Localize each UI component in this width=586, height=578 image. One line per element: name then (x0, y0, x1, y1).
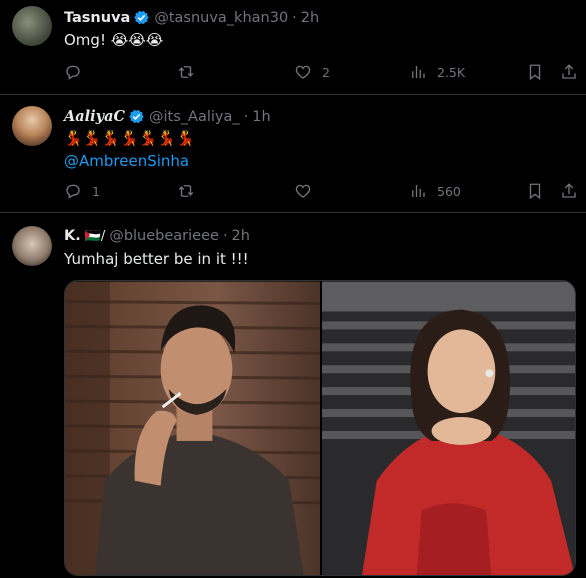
tweet[interactable]: AaliyaC @its_Aaliya_ · 1h 💃💃💃💃💃💃💃 @Ambre… (0, 96, 586, 213)
views-button[interactable]: 2.5K (409, 63, 465, 81)
tweet-header: AaliyaC @its_Aaliya_ · 1h (64, 108, 271, 125)
photo-left[interactable] (65, 281, 320, 576)
avatar[interactable] (12, 6, 52, 46)
verified-badge-icon (134, 10, 150, 25)
share-icon (562, 183, 576, 198)
retweet-button[interactable] (177, 63, 205, 81)
tweet[interactable]: K. 🇵🇸/ @bluebearieee · 2h Yumhaj better … (0, 214, 586, 578)
timestamp[interactable]: 1h (252, 109, 270, 125)
tweet[interactable]: Tasnuva @tasnuva_khan30 · 2h Omg! 😭😭😭 2 … (0, 0, 586, 95)
reply-button[interactable]: 1 (64, 182, 100, 200)
views-count: 2.5K (437, 64, 466, 80)
separator: · (292, 9, 297, 26)
tweet-header: K. 🇵🇸/ @bluebearieee · 2h (64, 228, 250, 244)
display-name[interactable]: Tasnuva (64, 10, 130, 26)
tweet-emoji-line: 💃💃💃💃💃💃💃 (64, 129, 195, 147)
like-button[interactable] (294, 182, 322, 200)
like-button[interactable]: 2 (294, 63, 330, 81)
reply-icon (66, 65, 80, 80)
handle[interactable]: @bluebearieee (109, 228, 219, 244)
verified-badge-icon (129, 109, 144, 124)
action-bar: 2 2.5K (64, 63, 576, 83)
views-count: 560 (437, 183, 461, 199)
display-name[interactable]: AaliyaC (64, 108, 125, 125)
views-button[interactable]: 560 (409, 182, 461, 200)
action-bar: 1 560 (64, 182, 576, 202)
retweet-button[interactable] (177, 182, 205, 200)
timestamp[interactable]: 2h (232, 228, 250, 244)
views-icon (412, 185, 425, 197)
share-button[interactable] (560, 182, 578, 200)
like-icon (295, 184, 311, 198)
name-flags: 🇵🇸/ (84, 228, 106, 244)
like-count: 2 (322, 64, 330, 80)
share-icon (562, 64, 576, 79)
handle[interactable]: @tasnuva_khan30 (154, 10, 288, 26)
avatar[interactable] (12, 226, 52, 266)
reply-icon (66, 184, 80, 199)
bookmark-icon (529, 183, 541, 200)
tweet-media[interactable] (64, 280, 576, 576)
handle[interactable]: @its_Aaliya_ (149, 109, 240, 125)
reply-button[interactable] (64, 63, 92, 81)
photo-right[interactable] (321, 281, 575, 576)
retweet-icon (178, 66, 194, 78)
share-button[interactable] (560, 63, 578, 81)
tweet-text-body: Omg! (64, 31, 106, 49)
avatar[interactable] (12, 106, 52, 146)
bookmark-button[interactable] (526, 182, 544, 200)
tweet-emoji: 😭😭😭 (110, 31, 164, 49)
separator: · (222, 228, 228, 244)
tweet-header: Tasnuva @tasnuva_khan30 · 2h (64, 9, 319, 26)
mention-link[interactable]: @AmbreenSinha (64, 152, 189, 170)
timestamp[interactable]: 2h (301, 10, 319, 26)
tweet-text: Omg! 😭😭😭 (64, 31, 163, 49)
like-icon (295, 65, 311, 79)
bookmark-icon (529, 64, 541, 81)
bookmark-button[interactable] (526, 63, 544, 81)
separator: · (243, 108, 249, 125)
tweet-text: Yumhaj better be in it !!! (64, 250, 249, 268)
reply-count: 1 (92, 183, 100, 199)
views-icon (412, 66, 425, 78)
display-name[interactable]: K. (64, 228, 81, 244)
retweet-icon (178, 185, 194, 197)
